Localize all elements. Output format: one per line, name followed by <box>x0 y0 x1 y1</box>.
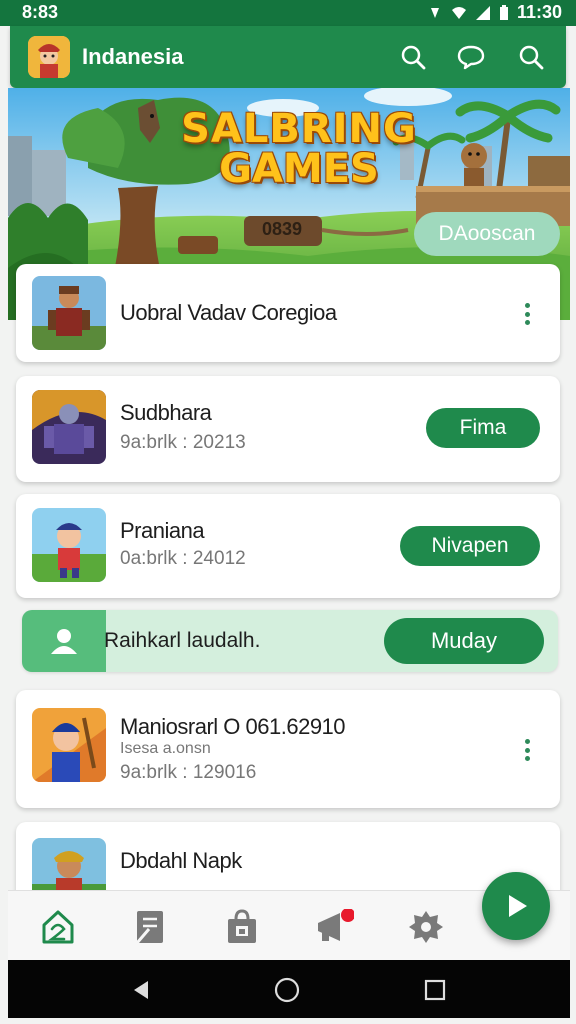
home-system-button[interactable] <box>274 977 300 1003</box>
card-subtitle: Isesa a.onsn <box>120 740 211 757</box>
list-item[interactable]: Maniosrarl O 061.62910 Isesa a.onsn 9a:b… <box>16 690 560 808</box>
user-icon <box>51 629 77 654</box>
banner-sign-text: 0839 <box>262 219 303 239</box>
notification-dot <box>341 909 354 922</box>
list-item[interactable]: Praniana 0a:brlk : 24012 Nivapen <box>16 494 560 598</box>
card-subtitle-secondary: 9a:brlk : 129016 <box>120 762 257 783</box>
settings-icon <box>409 911 443 943</box>
card-title: Maniosrarl O 061.62910 <box>120 714 346 739</box>
chat-button[interactable] <box>454 40 488 74</box>
document-icon <box>135 911 163 944</box>
game-thumbnail <box>32 708 106 782</box>
status-bar: 8:83 11:30 <box>0 0 576 26</box>
signal-icon <box>475 5 490 20</box>
banner-title-line2: GAMES <box>219 146 379 192</box>
chat-icon <box>457 45 485 70</box>
game-thumbnail <box>32 276 106 350</box>
notification-icon <box>430 7 439 18</box>
card-subtitle: 9a:brlk : 20213 <box>120 432 246 453</box>
bag-icon <box>228 909 256 943</box>
search-button[interactable] <box>396 40 430 74</box>
more-options-button[interactable] <box>518 299 536 329</box>
card-title: Uobral Vadav Coregioa <box>120 300 337 325</box>
card-subtitle: 0a:brlk : 24012 <box>120 548 246 569</box>
wifi-icon <box>451 6 466 19</box>
app-logo <box>28 36 70 78</box>
promo-banner[interactable]: Raihkarl laudalh. Muday <box>22 610 558 672</box>
app-title: Indanesia <box>82 44 184 69</box>
promo-icon-box <box>22 610 106 672</box>
back-button[interactable] <box>128 977 154 1003</box>
card-action-button[interactable]: Fima <box>426 408 540 448</box>
card-title: Sudbhara <box>120 400 212 425</box>
nav-announcements[interactable] <box>312 905 356 949</box>
nav-home[interactable] <box>36 905 80 949</box>
status-clock: 11:30 <box>516 2 562 22</box>
search-button-secondary[interactable] <box>514 40 548 74</box>
status-time: 8:83 <box>22 2 59 22</box>
card-action-button[interactable]: Nivapen <box>400 526 540 566</box>
nav-settings[interactable] <box>404 905 448 949</box>
promo-text: Raihkarl laudalh. <box>104 629 261 652</box>
recents-button[interactable] <box>422 977 448 1003</box>
more-options-button[interactable] <box>518 735 536 765</box>
play-button[interactable] <box>482 872 550 940</box>
status-icons: 11:30 <box>427 2 562 23</box>
game-thumbnail <box>32 390 106 464</box>
app-header: Indanesia <box>10 26 566 88</box>
search-icon <box>519 45 544 70</box>
list-item[interactable]: Uobral Vadav Coregioa <box>16 264 560 362</box>
battery-icon <box>499 4 508 20</box>
card-title: Dbdahl Napk <box>120 848 242 873</box>
home-icon <box>42 910 74 944</box>
promo-button[interactable]: Muday <box>384 618 544 664</box>
nav-store[interactable] <box>220 905 264 949</box>
game-thumbnail <box>32 508 106 582</box>
megaphone-icon <box>318 909 354 941</box>
back-icon <box>134 981 148 999</box>
banner-action-button[interactable]: DAooscan <box>414 212 560 256</box>
list-item[interactable]: Sudbhara 9a:brlk : 20213 Fima <box>16 376 560 482</box>
system-navigation-bar <box>8 960 570 1018</box>
play-icon <box>509 895 527 917</box>
circle-home-icon <box>274 977 300 1003</box>
card-title: Praniana <box>120 518 205 543</box>
nav-documents[interactable] <box>128 905 172 949</box>
search-icon <box>401 45 426 70</box>
square-recents-icon <box>424 979 446 1001</box>
